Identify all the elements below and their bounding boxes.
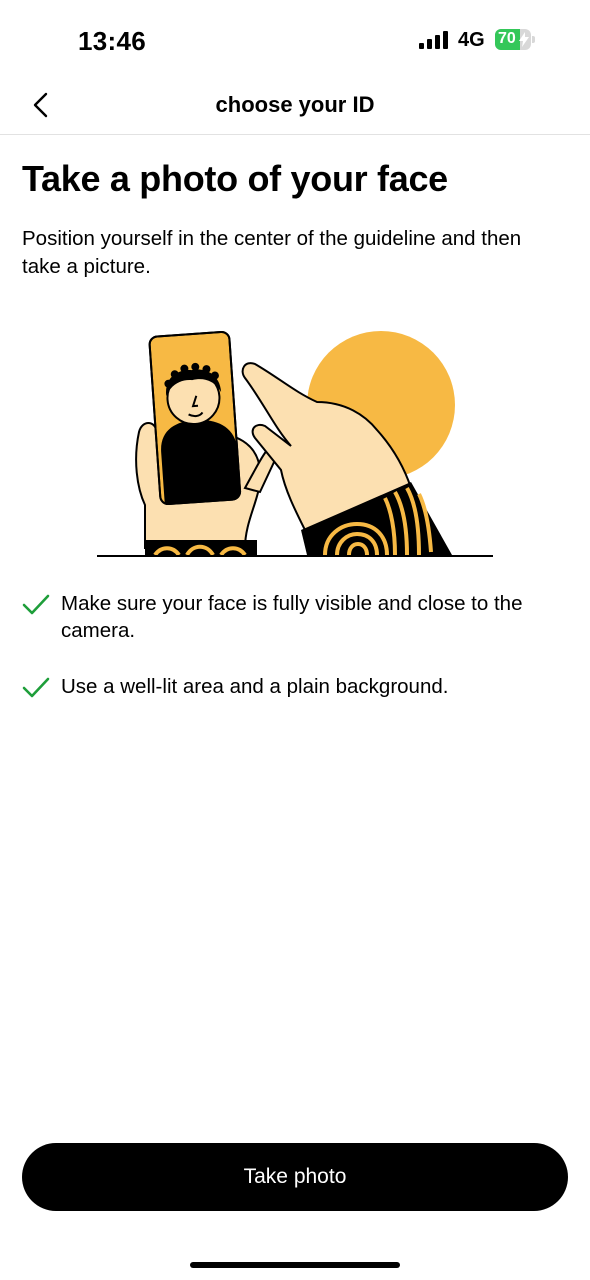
nav-title: choose your ID [215, 92, 375, 117]
tip-item: Make sure your face is fully visible and… [22, 590, 562, 644]
bolt-icon [519, 32, 529, 47]
status-bar: 13:46 4G 70 [0, 0, 590, 80]
page-description: Position yourself in the center of the g… [22, 227, 522, 278]
checkmark-icon [22, 594, 50, 615]
selfie-illustration [97, 330, 493, 557]
battery-percent: 70 [498, 30, 516, 47]
status-time: 13:46 [78, 26, 146, 56]
phone-shape [148, 330, 242, 506]
tip-item: Use a well-lit area and a plain backgrou… [22, 673, 562, 700]
checkmark-icon [22, 677, 50, 698]
battery-indicator: 70 [495, 29, 535, 50]
page-title: Take a photo of your face [22, 158, 448, 199]
tips-list: Make sure your face is fully visible and… [22, 590, 562, 732]
cellular-signal-icon [419, 31, 448, 49]
home-indicator [190, 1262, 400, 1268]
tip-text: Make sure your face is fully visible and… [61, 592, 523, 642]
take-photo-button[interactable]: Take photo [22, 1143, 568, 1211]
nav-bar: choose your ID [0, 80, 590, 135]
face-photo-screen: 13:46 4G 70 choose your ID Take a photo … [0, 0, 590, 1280]
network-type: 4G [458, 29, 485, 51]
tip-text: Use a well-lit area and a plain backgrou… [61, 675, 449, 698]
